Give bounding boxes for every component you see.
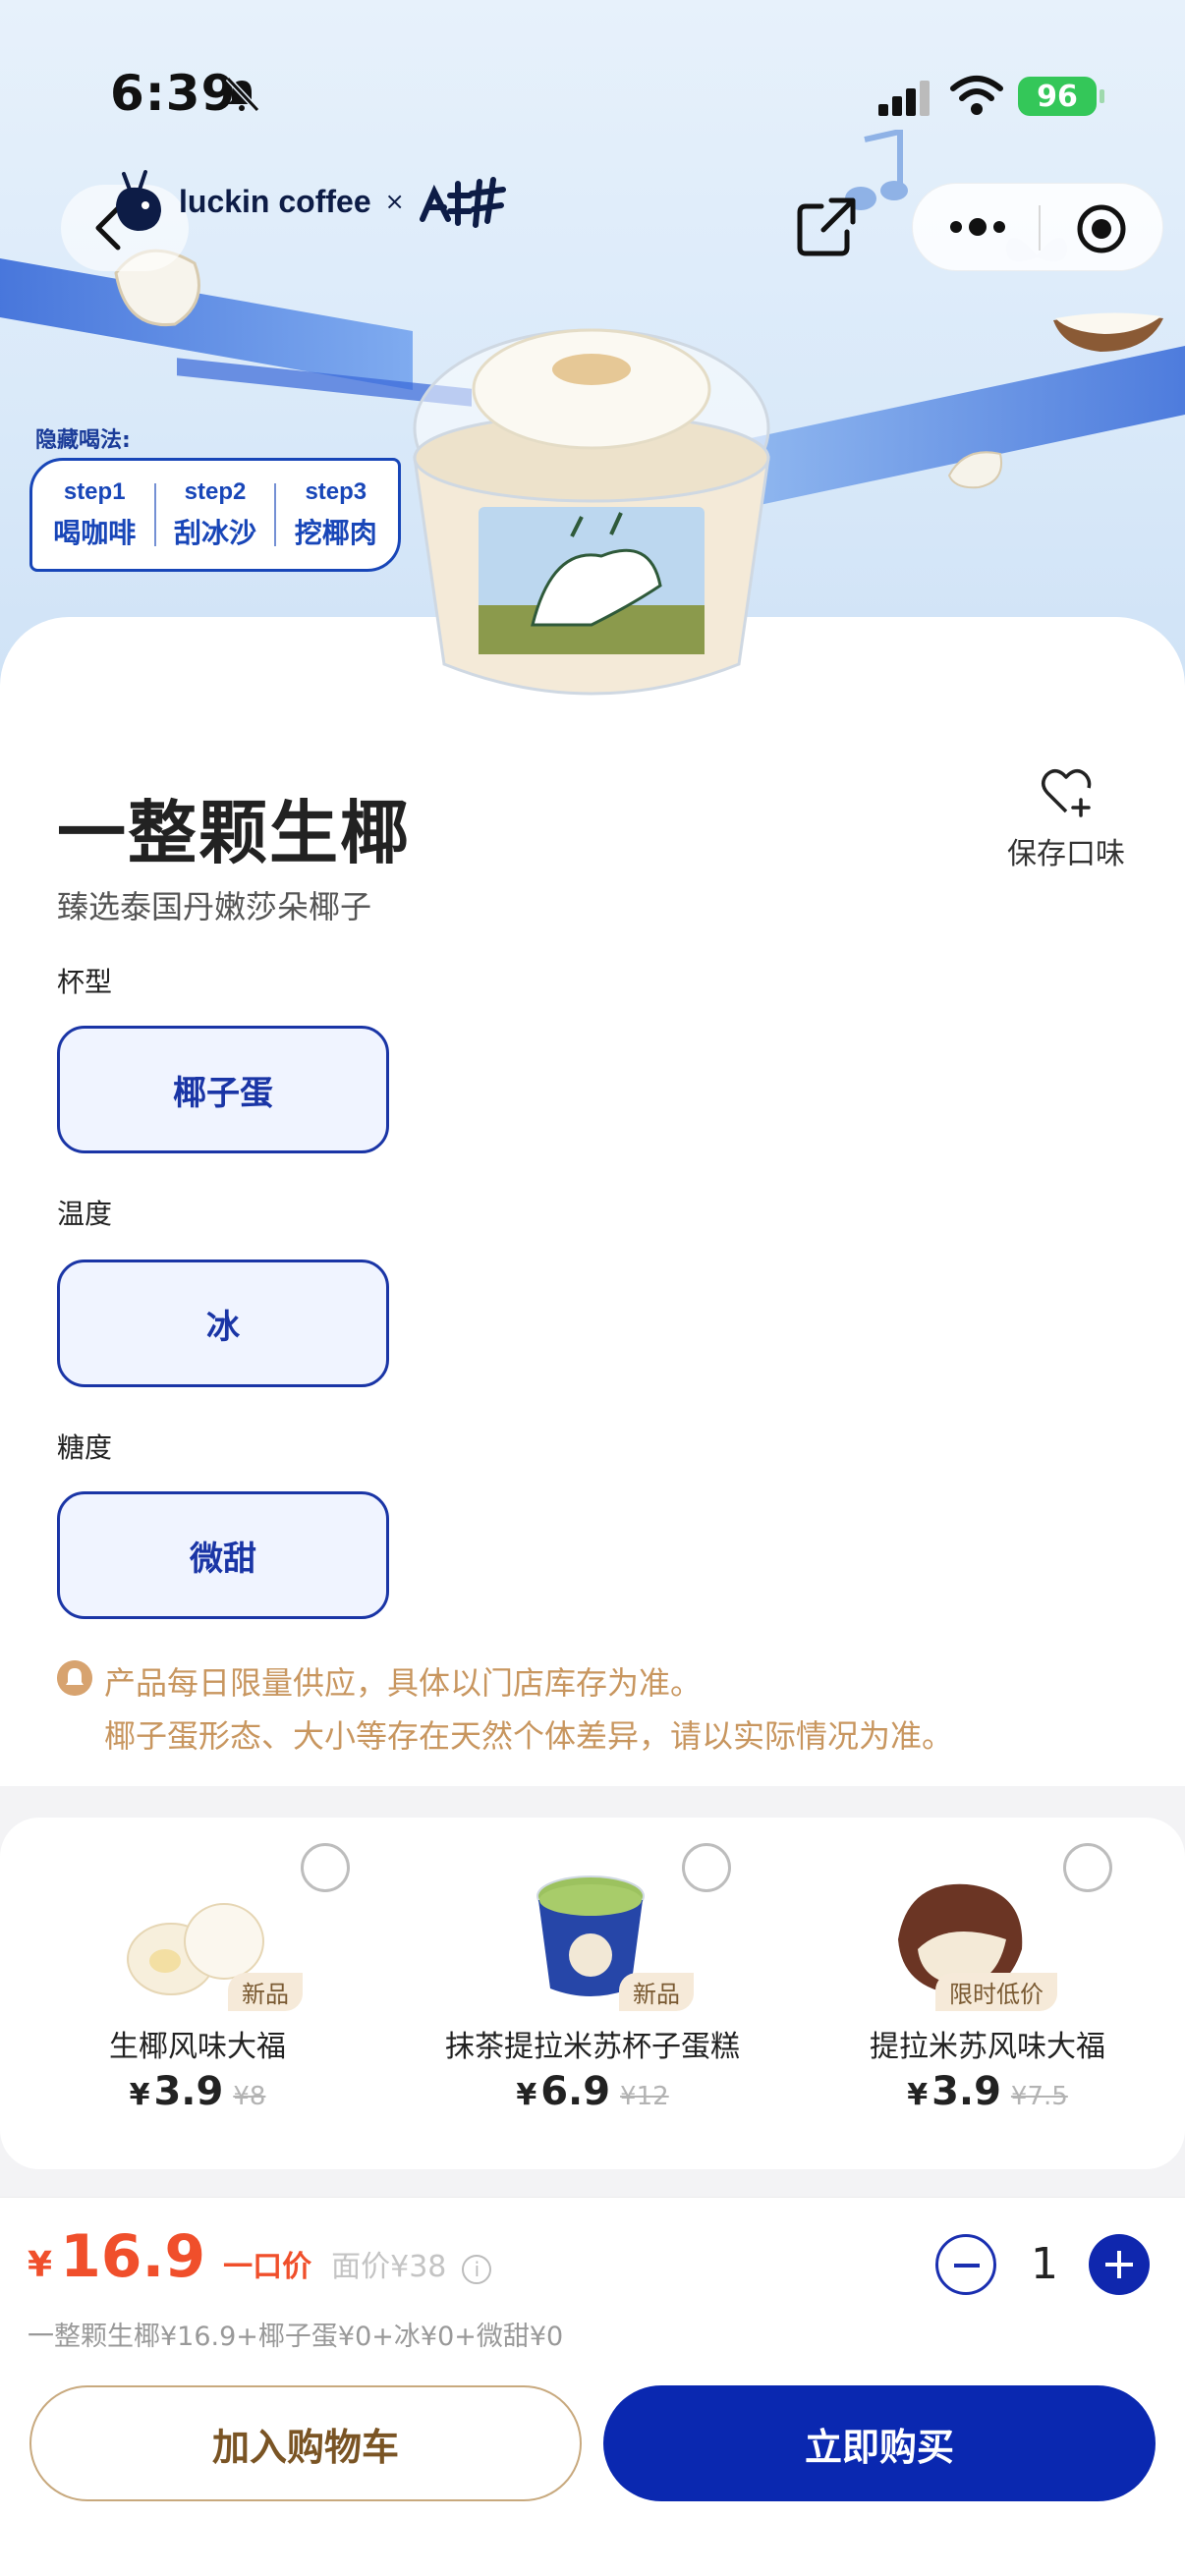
cup-type-label: 杯型 — [57, 966, 113, 998]
currency: ¥ — [129, 2078, 150, 2112]
sweetness-value: 微甜 — [190, 1539, 256, 1579]
brand-cross: × — [384, 188, 405, 215]
notice-line: 椰子蛋形态、大小等存在天然个体差异，请以实际情况为准。 — [104, 1717, 954, 1755]
add-to-cart-label: 加入购物车 — [211, 2425, 399, 2469]
wifi-icon — [950, 76, 1003, 115]
temperature-label: 温度 — [57, 1198, 113, 1230]
more-options-icon[interactable] — [946, 209, 1009, 245]
new-tag: 新品 — [619, 1973, 694, 2011]
battery-level: 96 — [1037, 79, 1078, 114]
step-item: step3 挖椰肉 — [295, 478, 377, 551]
miniprogram-capsule — [912, 183, 1163, 271]
heart-plus-icon — [1042, 769, 1092, 817]
sweetness-label: 糖度 — [57, 1431, 113, 1464]
battery-indicator: 96 — [1018, 77, 1104, 116]
recommendation-item[interactable]: 新品 生椰风味大福 ¥3.9 ¥8 — [0, 1818, 395, 2169]
quantity-value: 1 — [1031, 2239, 1058, 2289]
recommendation-name: 抹茶提拉米苏杯子蛋糕 — [445, 2030, 740, 2064]
product-title: 一整颗生椰 — [57, 793, 411, 873]
status-time: 6:39 — [110, 65, 237, 122]
currency: ¥ — [907, 2078, 929, 2112]
select-radio[interactable] — [1063, 1843, 1112, 1892]
brand-logo: luckin coffee × — [106, 157, 509, 246]
quantity-stepper: 1 — [935, 2234, 1152, 2297]
total-price: ¥ 16.9 一口价 面价¥38 i — [28, 2222, 492, 2291]
brand-name: luckin coffee — [179, 183, 371, 219]
step-label: step2 — [184, 478, 247, 505]
face-value: 面价¥38 — [331, 2250, 447, 2284]
step-label: step3 — [305, 478, 367, 505]
select-radio[interactable] — [682, 1843, 731, 1892]
step-item: step1 喝咖啡 — [53, 478, 136, 551]
price-value: 3.9 — [931, 2069, 1001, 2114]
step-divider — [274, 483, 277, 546]
coconut-piece-icon — [1053, 312, 1163, 352]
recommendation-price: ¥3.9 ¥7.5 — [790, 2069, 1185, 2114]
original-price: ¥8 — [233, 2082, 266, 2111]
product-image — [413, 328, 770, 696]
recommendation-name: 生椰风味大福 — [109, 2030, 286, 2064]
luckin-deer-logo-icon — [116, 170, 161, 231]
bell-muted-icon — [225, 76, 260, 113]
save-flavor-button[interactable]: 保存口味 — [983, 764, 1150, 872]
recommendation-price: ¥3.9 ¥8 — [0, 2069, 395, 2114]
add-to-cart-button[interactable]: 加入购物车 — [29, 2385, 582, 2501]
cup-type-option[interactable]: 椰子蛋 — [57, 1026, 389, 1153]
decrease-quantity-button[interactable] — [935, 2234, 996, 2295]
price-value: 6.9 — [540, 2069, 611, 2114]
recommendation-price: ¥6.9 ¥12 — [395, 2069, 790, 2114]
recommendation-list: 新品 生椰风味大福 ¥3.9 ¥8 新品 抹茶提拉米苏杯子蛋糕 ¥6.9 ¥12 限… — [0, 1818, 1185, 2169]
step-divider — [153, 483, 156, 546]
info-icon[interactable]: i — [462, 2255, 492, 2284]
cup-type-value: 椰子蛋 — [173, 1073, 273, 1113]
order-summary: 一整颗生椰¥16.9+椰子蛋¥0+冰¥0+微甜¥0 — [28, 2322, 564, 2352]
price-value: 3.9 — [153, 2069, 224, 2114]
price-tag: 一口价 — [223, 2250, 312, 2284]
coconut-piece-icon — [947, 451, 1002, 489]
new-tag: 新品 — [228, 1973, 303, 2011]
cellular-signal-icon — [878, 81, 930, 116]
notice-line: 产品每日限量供应，具体以门店库存为准。 — [104, 1664, 703, 1702]
limited-price-tag: 限时低价 — [935, 1973, 1057, 2011]
capsule-divider — [1039, 205, 1041, 251]
recommendation-item[interactable]: 新品 抹茶提拉米苏杯子蛋糕 ¥6.9 ¥12 — [395, 1818, 790, 2169]
recommendation-name: 提拉米苏风味大福 — [870, 2030, 1105, 2064]
increase-quantity-button[interactable] — [1089, 2234, 1150, 2295]
buy-now-button[interactable]: 立即购买 — [603, 2385, 1156, 2501]
recommendation-item[interactable]: 限时低价 提拉米苏风味大福 ¥3.9 ¥7.5 — [790, 1818, 1185, 2169]
buy-now-label: 立即购买 — [804, 2425, 954, 2469]
step-label: step1 — [63, 478, 126, 505]
notice-block: 产品每日限量供应，具体以门店库存为准。 椰子蛋形态、大小等存在天然个体差异，请以… — [57, 1656, 1138, 1763]
step-action: 喝咖啡 — [53, 517, 137, 549]
hidden-steps-banner: step1 喝咖啡 step2 刮冰沙 step3 挖椰肉 — [29, 458, 401, 572]
currency: ¥ — [516, 2078, 537, 2112]
original-price: ¥7.5 — [1010, 2082, 1068, 2111]
step-action: 挖椰肉 — [294, 517, 377, 549]
collab-logo-icon — [419, 177, 506, 228]
price-currency: ¥ — [28, 2245, 53, 2285]
temperature-value: 冰 — [206, 1307, 240, 1347]
temperature-option[interactable]: 冰 — [57, 1260, 389, 1387]
share-icon[interactable] — [792, 193, 861, 261]
sweetness-option[interactable]: 微甜 — [57, 1491, 389, 1619]
original-price: ¥12 — [620, 2082, 669, 2111]
hidden-tip-title: 隐藏喝法: — [35, 428, 131, 453]
price-value: 16.9 — [60, 2222, 206, 2291]
step-item: step2 刮冰沙 — [174, 478, 256, 551]
save-flavor-label: 保存口味 — [1007, 837, 1125, 871]
bell-notice-icon — [57, 1660, 92, 1696]
close-miniprogram-icon[interactable] — [1076, 203, 1127, 254]
product-subtitle: 臻选泰国丹嫩莎朵椰子 — [57, 888, 372, 925]
select-radio[interactable] — [301, 1843, 350, 1892]
step-action: 刮冰沙 — [173, 517, 256, 549]
